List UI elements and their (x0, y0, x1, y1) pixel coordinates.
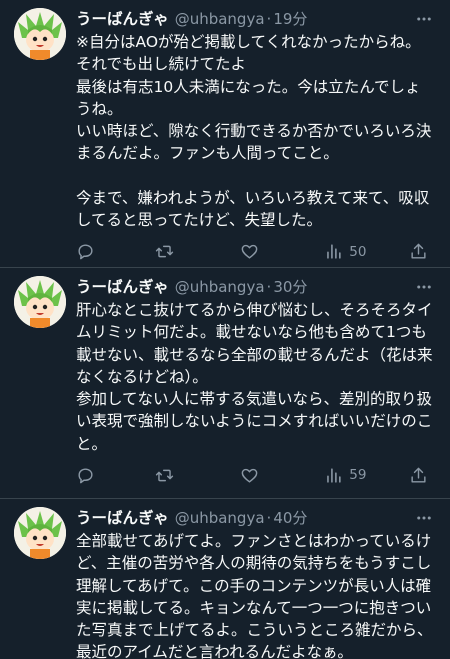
tweet-line: 肝心なとこ抜けてるから伸び悩むし、そろそろタイ (76, 301, 433, 319)
reply-icon (78, 244, 93, 260)
separator: · (266, 509, 272, 527)
share-icon (411, 243, 426, 259)
tweet-line: いい時ほど、隙なく行動できるか否かでいろいろ決 (76, 122, 432, 141)
tweet-actions: 50 (76, 240, 434, 264)
retweet-button[interactable] (155, 242, 233, 261)
tweet-line: い表現で強制しないようにコメすればいいだけのこ (76, 412, 433, 431)
avatar[interactable] (14, 507, 66, 559)
more-icon[interactable] (414, 508, 434, 528)
more-icon[interactable] (414, 9, 434, 29)
author-handle[interactable]: @uhbangya (175, 507, 265, 529)
tweet-line: た写真まで上げてるよ。こういうところ雑だから、 (76, 621, 433, 640)
tweet-line: ど、主催の苦労や各人の期待の気持ちをもうすこし (76, 554, 432, 573)
share-button[interactable] (409, 242, 428, 261)
tweet[interactable]: うーばんぎゃ @uhbangya · 19分 ※自分はAOが殆ど掲載してくれなか… (0, 0, 450, 268)
views-count: 59 (349, 467, 367, 484)
separator: · (266, 278, 272, 296)
avatar-image (14, 507, 66, 559)
tweet-line (76, 165, 434, 187)
author-name[interactable]: うーばんぎゃ (76, 276, 169, 298)
tweet-line: まるんだよ。ファンも人間ってこと。 (76, 144, 339, 163)
tweet-text: ※自分はAOが殆ど掲載してくれなかったからね。 それでも出し続けてたよ最後は有志1… (76, 31, 434, 232)
share-icon (411, 467, 426, 483)
views-icon (327, 467, 341, 483)
timestamp[interactable]: 30分 (273, 276, 307, 298)
retweet-button[interactable] (155, 466, 233, 485)
like-icon (241, 468, 257, 483)
tweet-actions: 59 (76, 463, 434, 487)
views-button[interactable]: 59 (324, 466, 402, 485)
avatar-image (14, 276, 66, 328)
timestamp[interactable]: 19分 (273, 8, 307, 30)
reply-button[interactable] (76, 466, 148, 485)
tweet-line: 今まで、嫌われようが、いろいろ教えて来て、吸収 (76, 189, 430, 208)
tweet-line: と。 (76, 434, 108, 453)
timestamp[interactable]: 40分 (273, 507, 307, 529)
author-handle[interactable]: @uhbangya (175, 8, 265, 30)
author-name[interactable]: うーばんぎゃ (76, 8, 169, 30)
tweet-line: 載せない、載せるなら全部の載せるんだよ（花は来 (76, 345, 433, 364)
author-handle[interactable]: @uhbangya (175, 276, 265, 298)
tweet[interactable]: うーばんぎゃ @uhbangya · 40分 全部載せてあげてよ。ファンさとはわ… (0, 499, 450, 659)
separator: · (266, 10, 272, 28)
author-name[interactable]: うーばんぎゃ (76, 507, 169, 529)
views-icon (327, 244, 341, 259)
tweet[interactable]: うーばんぎゃ @uhbangya · 30分 肝心なとこ抜けてるから伸び悩むし、… (0, 268, 450, 499)
tweet-line: なくなるけどね）。 (76, 367, 208, 386)
tweet-line: 最後は有志10人未満になった。今は立たんでしょ (76, 77, 421, 96)
tweet-line: うね。 (76, 99, 123, 118)
tweet-text: 肝心なとこ抜けてるから伸び悩むし、そろそろタイ ムリミット何だよ。載せないなら他も… (76, 299, 434, 455)
retweet-icon (155, 245, 173, 258)
avatar[interactable] (14, 8, 66, 60)
views-count: 50 (349, 243, 367, 260)
tweet-line: 全部載せてあげてよ。ファンさとはわかっているけ (76, 532, 432, 550)
like-button[interactable] (240, 242, 318, 261)
reply-button[interactable] (76, 242, 148, 261)
avatar-image (14, 8, 66, 60)
tweet-line: ムリミット何だよ。載せないなら他も含めて1つも (76, 323, 427, 342)
reply-icon (78, 468, 93, 483)
like-icon (241, 245, 257, 259)
retweet-icon (155, 469, 173, 481)
tweet-line: 参加してない人に帯する気遣いなら、差別的取り扱 (76, 390, 433, 409)
timeline-feed: うーばんぎゃ @uhbangya · 19分 ※自分はAOが殆ど掲載してくれなか… (0, 0, 450, 659)
tweet-line: してると思ってたけど、失望した。 (76, 211, 322, 230)
like-button[interactable] (240, 466, 318, 485)
tweet-line: 最近のアイムだと言われるんだよなぁ。 (76, 643, 353, 659)
more-icon[interactable] (414, 277, 434, 297)
tweet-line: 実に掲載してる。キョンなんて一つ一つに抱きつい (76, 598, 432, 617)
avatar[interactable] (14, 276, 66, 328)
tweet-line: それでも出し続けてたよ (76, 55, 247, 74)
share-button[interactable] (409, 466, 428, 485)
views-button[interactable]: 50 (324, 242, 402, 261)
tweet-text: 全部載せてあげてよ。ファンさとはわかっているけ ど、主催の苦労や各人の期待の気持ち… (76, 530, 434, 659)
tweet-line: 理解してあげて。この手のコンテンツが長い人は確 (76, 576, 432, 595)
tweet-line: ※自分はAOが殆ど掲載してくれなかったからね。 (76, 33, 421, 51)
